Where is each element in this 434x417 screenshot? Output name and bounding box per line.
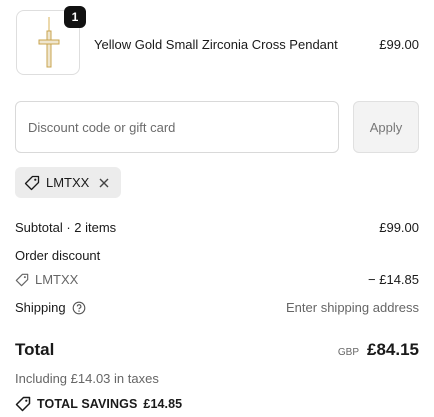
total-amount: £84.15	[367, 340, 419, 359]
taxes-note: Including £14.03 in taxes	[15, 371, 159, 386]
apply-button[interactable]: Apply	[353, 101, 419, 153]
subtotal-value: £99.00	[379, 220, 419, 235]
taxes-row: Including £14.03 in taxes	[15, 371, 419, 386]
remove-discount-button[interactable]	[98, 177, 110, 189]
applied-discount-tag: LMTXX	[15, 167, 121, 198]
discount-value: − £14.85	[368, 272, 419, 287]
close-icon	[99, 178, 109, 187]
discount-code-input[interactable]	[15, 101, 339, 153]
order-discount-label: Order discount	[15, 248, 101, 263]
product-price: £99.00	[379, 37, 419, 52]
order-discount-row: Order discount	[15, 248, 419, 263]
tag-icon	[15, 273, 29, 287]
help-icon[interactable]	[72, 301, 86, 315]
quantity-badge: 1	[64, 6, 86, 28]
discount-code-label: LMTXX	[35, 272, 79, 287]
subtotal-row: Subtotal · 2 items £99.00	[15, 220, 419, 235]
shipping-row: Shipping Enter shipping address	[15, 300, 419, 315]
savings-value: £14.85	[143, 397, 183, 411]
savings-row: TOTAL SAVINGS £14.85	[15, 396, 419, 412]
shipping-value: Enter shipping address	[286, 300, 419, 315]
tag-icon	[15, 396, 31, 412]
applied-discount-code: LMTXX	[46, 175, 90, 190]
currency-code: GBP	[337, 347, 359, 358]
subtotal-label: Subtotal · 2 items	[15, 220, 117, 235]
total-label: Total	[15, 340, 55, 359]
total-row: Total GBP £84.15	[15, 340, 419, 360]
product-name: Yellow Gold Small Zirconia Cross Pendant	[94, 37, 338, 52]
savings-label: TOTAL SAVINGS	[37, 397, 138, 411]
tag-icon	[24, 175, 40, 191]
shipping-label: Shipping	[15, 300, 66, 315]
discount-code-row: LMTXX − £14.85	[15, 272, 419, 287]
